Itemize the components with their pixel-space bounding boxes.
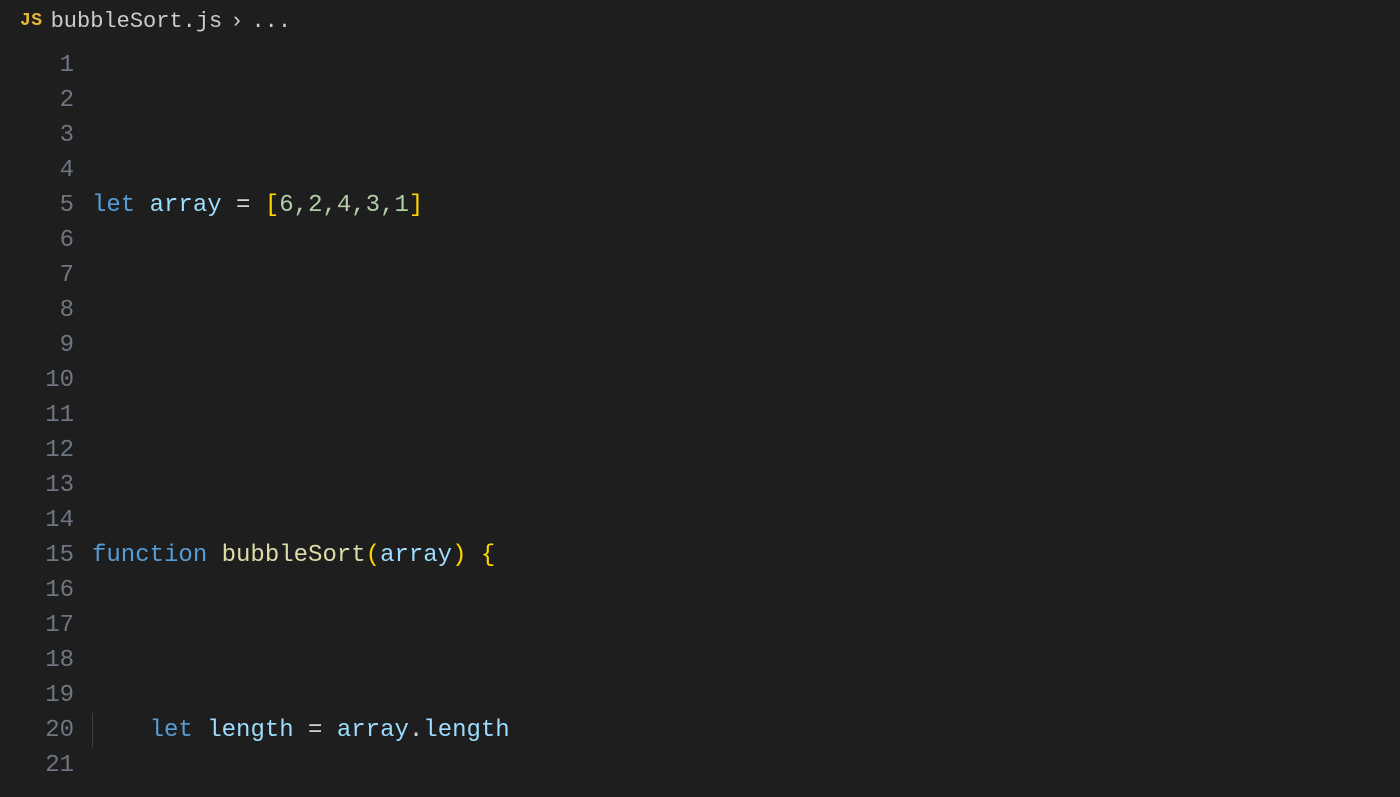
line-number: 1: [0, 48, 74, 83]
line-number: 11: [0, 398, 74, 433]
line-number: 14: [0, 503, 74, 538]
line-number: 6: [0, 223, 74, 258]
line-number: 16: [0, 573, 74, 608]
breadcrumb-file[interactable]: bubbleSort.js: [51, 9, 223, 34]
code-line[interactable]: function bubbleSort(array) {: [92, 538, 1400, 573]
line-number-gutter: 1 2 3 4 5 6 7 8 9 10 11 12 13 14 15 16 1…: [0, 48, 92, 797]
code-line[interactable]: let length = array.length: [92, 713, 1400, 748]
line-number: 5: [0, 188, 74, 223]
code-line[interactable]: [92, 363, 1400, 398]
code-line[interactable]: let array = [6,2,4,3,1]: [92, 188, 1400, 223]
line-number: 12: [0, 433, 74, 468]
line-number: 3: [0, 118, 74, 153]
array-literal: 6,2,4,3,1: [279, 192, 409, 219]
identifier: array: [150, 192, 222, 219]
line-number: 13: [0, 468, 74, 503]
line-number: 19: [0, 678, 74, 713]
line-number: 8: [0, 293, 74, 328]
line-number: 2: [0, 83, 74, 118]
line-number: 15: [0, 538, 74, 573]
line-number: 10: [0, 363, 74, 398]
line-number: 18: [0, 643, 74, 678]
keyword: function: [92, 542, 207, 569]
function-name: bubbleSort: [222, 542, 366, 569]
chevron-right-icon: ›: [230, 9, 243, 34]
line-number: 9: [0, 328, 74, 363]
keyword: let: [92, 192, 135, 219]
language-badge-icon: JS: [20, 11, 43, 31]
line-number: 4: [0, 153, 74, 188]
line-number: 21: [0, 748, 74, 783]
breadcrumb-rest[interactable]: ...: [251, 9, 291, 34]
line-number: 20: [0, 713, 74, 748]
line-number: 7: [0, 258, 74, 293]
line-number: 17: [0, 608, 74, 643]
parameter: array: [380, 542, 452, 569]
code-editor[interactable]: 1 2 3 4 5 6 7 8 9 10 11 12 13 14 15 16 1…: [0, 42, 1400, 797]
breadcrumb[interactable]: JS bubbleSort.js › ...: [0, 0, 1400, 42]
code-area[interactable]: let array = [6,2,4,3,1] function bubbleS…: [92, 48, 1400, 797]
